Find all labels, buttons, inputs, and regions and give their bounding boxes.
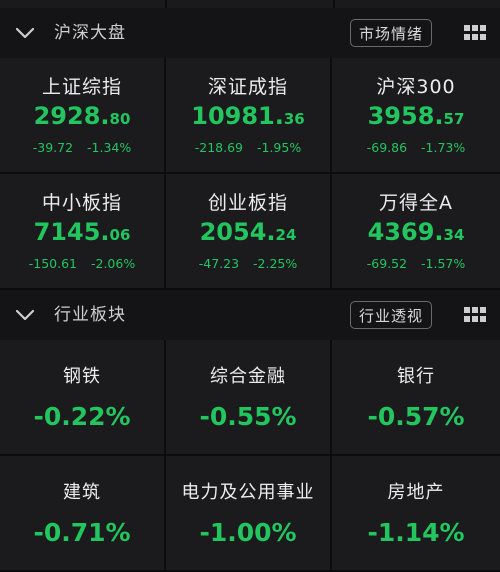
- index-price: 7145.06: [33, 218, 131, 246]
- sector-insight-button[interactable]: 行业透视: [349, 301, 432, 329]
- index-tile[interactable]: 创业板指 2054.24 -47.23 -2.25%: [166, 174, 332, 290]
- chevron-down-icon[interactable]: [14, 306, 36, 324]
- sector-name: 钢铁: [63, 366, 101, 387]
- sector-tile[interactable]: 建筑 -0.71%: [0, 456, 166, 572]
- sector-section-header[interactable]: 行业板块 行业透视: [0, 290, 500, 340]
- top-strip-cell: [0, 0, 168, 8]
- sector-tile[interactable]: 房地产 -1.14%: [332, 456, 500, 572]
- index-price: 3958.57: [367, 102, 465, 130]
- index-tile[interactable]: 沪深300 3958.57 -69.86 -1.73%: [332, 58, 500, 174]
- index-name: 深证成指: [207, 76, 288, 98]
- index-tile[interactable]: 上证综指 2928.80 -39.72 -1.34%: [0, 58, 166, 174]
- sector-change: -0.71%: [33, 518, 131, 547]
- index-change: -39.72 -1.34%: [32, 140, 132, 155]
- index-change: -69.52 -1.57%: [366, 256, 466, 271]
- grid-icon[interactable]: [464, 307, 486, 323]
- index-name: 创业板指: [207, 192, 288, 214]
- index-price: 2928.80: [33, 102, 131, 130]
- sector-name: 建筑: [63, 482, 101, 503]
- grid-icon[interactable]: [464, 25, 486, 41]
- market-sentiment-button[interactable]: 市场情绪: [349, 19, 432, 47]
- index-tile[interactable]: 中小板指 7145.06 -150.61 -2.06%: [0, 174, 166, 290]
- top-strip-cell: [167, 0, 335, 8]
- sector-tile[interactable]: 综合金融 -0.55%: [166, 340, 332, 456]
- index-price: 4369.34: [367, 218, 465, 246]
- sector-tile[interactable]: 银行 -0.57%: [332, 340, 500, 456]
- index-name: 万得全A: [379, 192, 453, 214]
- index-change: -47.23 -2.25%: [198, 256, 298, 271]
- sector-name: 银行: [397, 366, 435, 387]
- sector-grid: 钢铁 -0.22% 综合金融 -0.55% 银行 -0.57% 建筑 -0.71…: [0, 340, 500, 572]
- index-name: 沪深300: [376, 76, 456, 98]
- sector-section-title: 行业板块: [54, 305, 126, 325]
- top-strip: [0, 0, 500, 8]
- index-price: 10981.36: [191, 102, 305, 130]
- sector-change: -0.55%: [199, 402, 297, 431]
- top-strip-cell: [334, 0, 500, 8]
- sector-change: -0.22%: [33, 402, 131, 431]
- index-tile[interactable]: 万得全A 4369.34 -69.52 -1.57%: [332, 174, 500, 290]
- sector-tile[interactable]: 电力及公用事业 -1.00%: [166, 456, 332, 572]
- index-grid: 上证综指 2928.80 -39.72 -1.34% 深证成指 10981.36 …: [0, 58, 500, 290]
- index-change: -69.86 -1.73%: [366, 140, 466, 155]
- index-price: 2054.24: [199, 218, 297, 246]
- sector-change: -1.14%: [367, 518, 465, 547]
- index-tile[interactable]: 深证成指 10981.36 -218.69 -1.95%: [166, 58, 332, 174]
- chevron-down-icon[interactable]: [14, 24, 36, 42]
- sector-name: 电力及公用事业: [181, 482, 315, 503]
- sector-name: 综合金融: [210, 366, 286, 387]
- market-section-title: 沪深大盘: [54, 23, 126, 43]
- index-change: -150.61 -2.06%: [28, 256, 136, 271]
- index-name: 中小板指: [41, 192, 122, 214]
- sector-tile[interactable]: 钢铁 -0.22%: [0, 340, 166, 456]
- sector-name: 房地产: [387, 482, 445, 503]
- sector-change: -0.57%: [367, 402, 465, 431]
- index-name: 上证综指: [41, 76, 122, 98]
- sector-change: -1.00%: [199, 518, 297, 547]
- index-change: -218.69 -1.95%: [194, 140, 302, 155]
- market-section-header[interactable]: 沪深大盘 市场情绪: [0, 8, 500, 58]
